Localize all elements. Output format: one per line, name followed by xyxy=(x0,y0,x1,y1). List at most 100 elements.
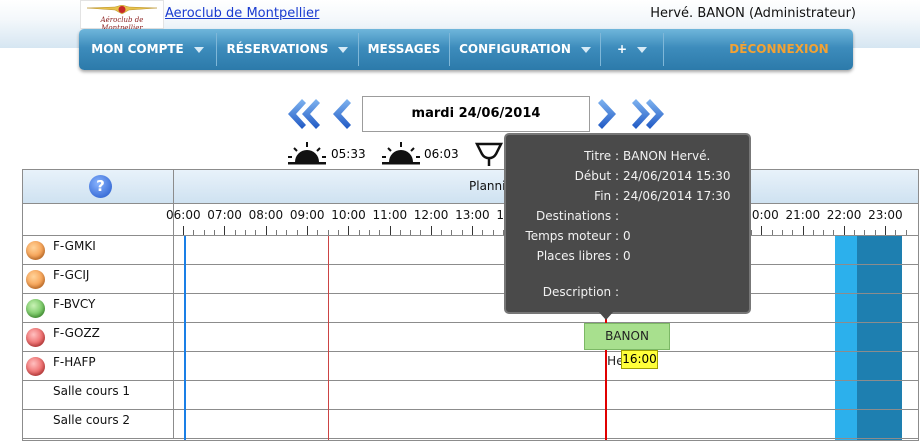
hour-label: 08:00 xyxy=(248,208,284,222)
status-light-icon xyxy=(26,328,45,347)
resource-name: F-HAFP xyxy=(53,355,96,369)
nav-reservations[interactable]: RÉSERVATIONS xyxy=(217,29,358,70)
tooltip-value: 24/06/2014 17:30 xyxy=(623,189,731,203)
planning-header-corner: ? xyxy=(23,170,174,203)
hour-tick xyxy=(885,226,887,235)
hour-tick xyxy=(802,226,804,235)
hour-tick xyxy=(472,226,474,235)
hour-tick xyxy=(389,226,391,235)
quarter-tick xyxy=(812,230,814,235)
resource-label-cell: F-BVCY xyxy=(23,294,174,322)
nav-label: RÉSERVATIONS xyxy=(226,42,329,56)
chevron-down-icon xyxy=(637,46,648,53)
nav-divider xyxy=(663,33,664,66)
quarter-tick xyxy=(193,230,195,235)
resource-row[interactable]: F-GMKI xyxy=(23,236,918,265)
resource-row[interactable]: F-HAFP xyxy=(23,352,918,381)
tooltip-value: BANON Hervé. xyxy=(623,149,711,163)
resource-name: F-GMKI xyxy=(53,239,96,253)
hour-label: 22:00 xyxy=(826,208,862,222)
sunrise-icon xyxy=(288,142,326,165)
current-date[interactable]: mardi 24/06/2014 xyxy=(362,96,590,132)
resource-label-cell: F-GMKI xyxy=(23,236,174,264)
hour-label: 12:00 xyxy=(413,208,449,222)
first-page-button[interactable] xyxy=(284,95,320,133)
hours-header-corner xyxy=(23,204,174,235)
nav-messages[interactable]: MESSAGES xyxy=(359,29,449,70)
chevron-right-icon xyxy=(598,99,616,129)
quarter-tick xyxy=(327,230,329,235)
status-light-icon xyxy=(26,357,45,376)
resource-row[interactable]: F-GCIJ xyxy=(23,265,918,294)
resource-row[interactable]: Salle cours 1 xyxy=(23,381,918,410)
resource-label-cell: Salle cours 2 xyxy=(23,410,174,438)
resource-label-cell: F-GCIJ xyxy=(23,265,174,293)
quarter-tick xyxy=(286,230,288,235)
hour-tick xyxy=(224,226,226,235)
nav-configuration[interactable]: CONFIGURATION xyxy=(450,29,600,70)
hour-label: 11:00 xyxy=(372,208,408,222)
quarter-tick xyxy=(482,230,484,235)
double-chevron-left-icon xyxy=(288,99,320,129)
resource-row[interactable]: Salle cours 2 xyxy=(23,410,918,439)
hour-tick xyxy=(843,226,845,235)
quarter-tick xyxy=(203,230,205,235)
booking-tooltip: Titre : BANON Hervé. Début : 24/06/2014 … xyxy=(504,133,751,320)
club-link[interactable]: Aeroclub de Montpellier xyxy=(165,6,319,21)
quarter-tick xyxy=(234,230,236,235)
hour-tick xyxy=(761,226,763,235)
quarter-tick xyxy=(792,230,794,235)
nav-more[interactable]: + xyxy=(601,29,663,70)
next-day-button[interactable] xyxy=(598,95,620,133)
help-icon[interactable]: ? xyxy=(89,175,112,198)
hours-header: 06:00 07:00 08:00 09:00 10:00 11:00 12:00 13:00… xyxy=(23,204,918,236)
tooltip-value: 24/06/2014 15:30 xyxy=(623,169,731,183)
resource-row[interactable]: F-BVCY xyxy=(23,294,918,323)
resource-name: F-GCIJ xyxy=(53,268,90,282)
club-logo[interactable]: Aéroclub de Montpellier xyxy=(80,0,164,32)
quarter-tick xyxy=(492,230,494,235)
nav-mon-compte[interactable]: MON COMPTE xyxy=(79,29,216,70)
sunrise-indicator: 06:03 xyxy=(380,140,470,170)
resource-label-cell: F-HAFP xyxy=(23,352,174,380)
quarter-tick xyxy=(781,230,783,235)
hour-label: 06:00 xyxy=(166,208,201,222)
planning-header: ? Planni xyxy=(23,170,918,204)
quarter-tick xyxy=(854,230,856,235)
tooltip-key: Destinations : xyxy=(536,209,619,223)
hour-label: 10:00 xyxy=(331,208,366,222)
booking-block[interactable]: BANON Hervé. xyxy=(584,323,670,368)
last-page-button[interactable] xyxy=(632,95,668,133)
main-nav: MON COMPTE RÉSERVATIONS MESSAGES CONFIGU… xyxy=(79,29,853,70)
previous-day-button[interactable] xyxy=(329,95,351,133)
day-start-line xyxy=(184,236,186,440)
quarter-tick xyxy=(317,230,319,235)
quarter-tick xyxy=(461,230,463,235)
tooltip-key: Temps moteur : xyxy=(525,229,619,243)
hour-tick xyxy=(265,226,267,235)
tooltip-key: Description : xyxy=(542,285,619,299)
current-user: Hervé. BANON (Administrateur) xyxy=(650,6,856,21)
tooltip-value: 0 xyxy=(623,229,631,243)
quarter-tick xyxy=(864,230,866,235)
resource-label-cell: Salle cours 1 xyxy=(23,381,174,409)
double-chevron-right-icon xyxy=(632,99,664,129)
quarter-tick xyxy=(451,230,453,235)
nav-label: MESSAGES xyxy=(367,42,441,56)
resource-name: Salle cours 1 xyxy=(53,384,131,398)
sunset-icon xyxy=(474,142,504,166)
tooltip-key: Titre : xyxy=(584,149,619,163)
quarter-tick xyxy=(296,230,298,235)
nav-label: CONFIGURATION xyxy=(459,42,571,56)
hour-label: 07:00 xyxy=(207,208,242,222)
chevron-down-icon xyxy=(193,46,204,53)
quarter-tick xyxy=(368,230,370,235)
hour-label: 21:00 xyxy=(785,208,821,222)
resource-row[interactable]: F-GOZZ xyxy=(23,323,918,352)
quarter-tick xyxy=(420,230,422,235)
resource-name: Salle cours 2 xyxy=(53,413,131,427)
hour-tick xyxy=(348,226,350,235)
nav-label: MON COMPTE xyxy=(91,42,184,56)
planning-title: Planni xyxy=(469,179,506,193)
nav-logout[interactable]: DÉCONNEXION xyxy=(719,29,839,70)
